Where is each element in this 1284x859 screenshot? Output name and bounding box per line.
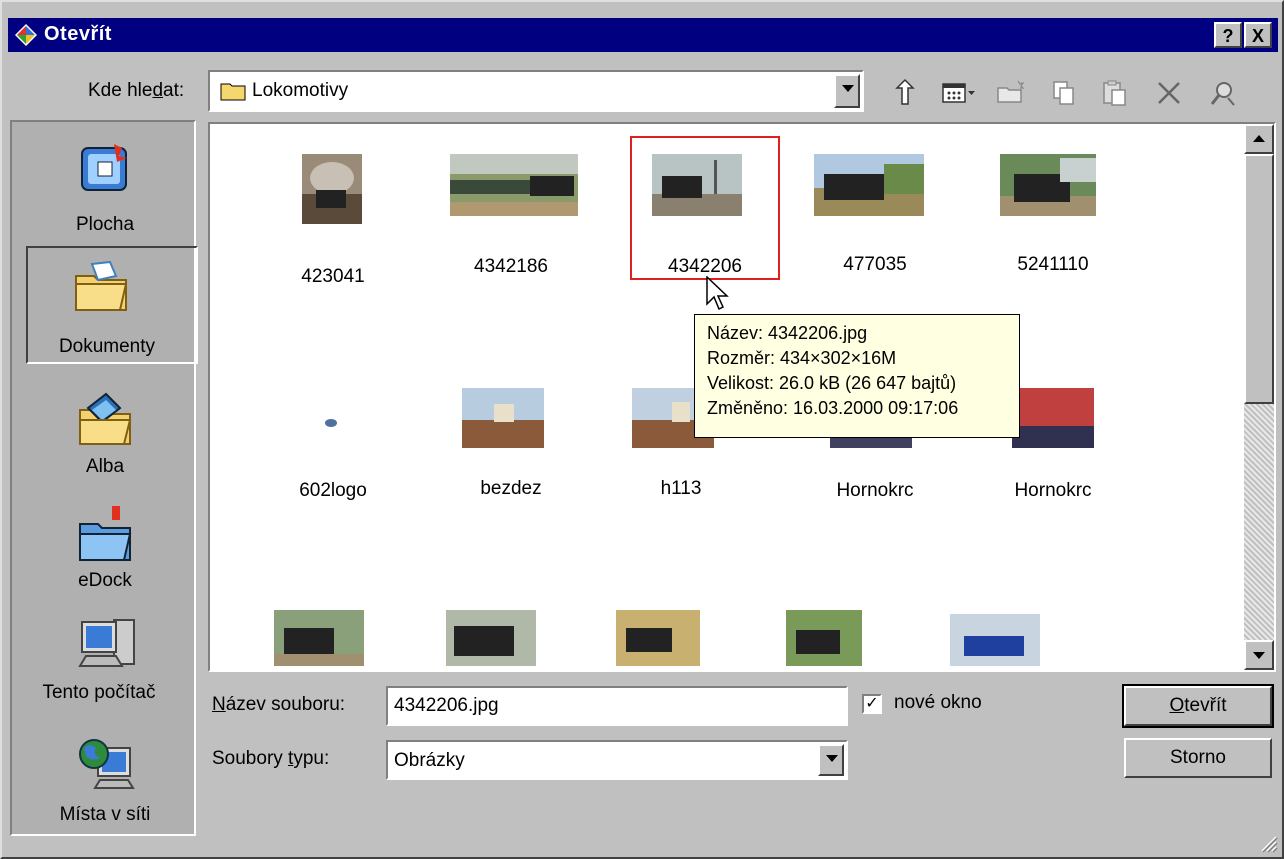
place-documents[interactable]: Dokumenty — [26, 246, 198, 364]
open-dialog: Otevřít ? X Kde hledat: Lokomotivy Ploch… — [0, 0, 1284, 859]
place-my-computer[interactable]: Tento počítač — [12, 612, 198, 716]
cancel-button[interactable]: Storno — [1124, 738, 1272, 778]
network-places-icon — [79, 739, 135, 789]
scroll-up-button[interactable] — [1244, 124, 1274, 154]
file-name: 477035 — [843, 254, 907, 275]
file-name: 4342206 — [668, 256, 742, 277]
edock-folder-icon — [79, 506, 132, 561]
place-label: Místa v síti — [59, 804, 151, 825]
place-desktop[interactable]: Plocha — [12, 122, 198, 242]
filetype-dropdown-arrow[interactable] — [818, 744, 844, 776]
file-item-selected[interactable]: 4342206 — [630, 136, 780, 280]
file-name: h113 — [660, 478, 702, 499]
place-label: Alba — [85, 456, 125, 477]
tooltip-dimensions: Rozměr: 434×302×16M — [707, 348, 897, 368]
search-web-icon[interactable] — [1206, 76, 1240, 110]
file-item[interactable]: bezdez — [436, 374, 586, 514]
thumbnail-image — [1012, 388, 1094, 448]
place-label: eDock — [78, 570, 132, 591]
title-bar[interactable]: Otevřít ? X — [8, 18, 1278, 52]
window-title: Otevřít — [44, 23, 112, 45]
arrow-down-icon — [1253, 652, 1265, 659]
filetype-value: Obrázky — [394, 750, 465, 771]
file-item[interactable]: 602logo — [258, 374, 408, 514]
albums-folder-icon — [79, 392, 132, 445]
close-button[interactable]: X — [1244, 22, 1272, 48]
my-computer-icon — [78, 619, 135, 667]
scroll-down-button[interactable] — [1244, 640, 1274, 670]
places-bar: Plocha Dokumenty Alba eDock Tento počíta… — [10, 120, 198, 836]
file-item[interactable] — [938, 610, 1088, 670]
file-item[interactable]: 4342186 — [436, 136, 586, 277]
thumbnail-image — [302, 154, 362, 224]
filetype-label: Soubory typu: — [212, 748, 330, 769]
place-albums[interactable]: Alba — [12, 384, 198, 484]
new-folder-icon[interactable] — [994, 76, 1028, 110]
arrow-up-icon — [1253, 135, 1265, 142]
filetype-combobox[interactable]: Obrázky — [386, 740, 848, 780]
open-button[interactable]: Otevřít — [1122, 684, 1274, 728]
thumbnail-image — [652, 154, 742, 216]
place-label: Tento počítač — [42, 682, 156, 703]
look-in-value: Lokomotivy — [252, 80, 349, 101]
new-window-label: nové okno — [894, 692, 982, 713]
file-item[interactable]: 5241110 — [978, 136, 1128, 276]
app-diamond-icon — [15, 24, 37, 46]
file-item[interactable] — [428, 610, 578, 670]
paste-icon[interactable] — [1098, 76, 1132, 110]
vertical-scrollbar[interactable] — [1244, 124, 1274, 670]
tooltip-modified: Změněno: 16.03.2000 09:17:06 — [707, 398, 959, 418]
place-edock[interactable]: eDock — [12, 500, 198, 600]
file-name: bezdez — [480, 478, 542, 499]
resize-grip-icon[interactable] — [1258, 833, 1278, 853]
thumbnail-image — [814, 154, 924, 216]
file-item[interactable] — [258, 610, 408, 670]
help-button[interactable]: ? — [1214, 22, 1242, 48]
thumbnail-image — [446, 610, 536, 666]
views-menu-icon[interactable] — [940, 76, 978, 110]
thumbnail-image — [325, 419, 337, 427]
thumbnail-image — [274, 610, 364, 666]
mouse-cursor-icon — [706, 276, 729, 311]
filename-label: Název souboru: — [212, 694, 346, 715]
documents-folder-icon — [75, 260, 128, 311]
thumbnail-image — [616, 610, 700, 666]
filename-value: 4342206.jpg — [394, 695, 499, 716]
thumbnail-image — [786, 610, 862, 666]
file-item[interactable] — [768, 610, 918, 670]
thumbnail-image — [450, 154, 578, 216]
file-item[interactable]: 477035 — [800, 136, 950, 276]
file-name: 5241110 — [1017, 254, 1089, 275]
file-name: 4342186 — [474, 256, 548, 277]
place-network[interactable]: Místa v síti — [12, 728, 198, 834]
look-in-label: Kde hledat: — [88, 80, 185, 101]
delete-icon[interactable] — [1152, 76, 1186, 110]
thumbnail-image — [1000, 154, 1096, 216]
desktop-icon — [81, 144, 127, 191]
filename-input[interactable]: 4342206.jpg — [386, 686, 848, 726]
thumbnail-image — [950, 614, 1040, 666]
scroll-thumb[interactable] — [1244, 154, 1274, 404]
look-in-dropdown-arrow[interactable] — [834, 74, 860, 108]
folder-icon — [220, 83, 246, 101]
file-name: 602logo — [299, 480, 367, 501]
tooltip-size: Velikost: 26.0 kB (26 647 bajtů) — [707, 373, 957, 393]
file-name: Hornokrc — [1014, 480, 1092, 501]
thumbnail-image — [462, 388, 544, 448]
look-in-combobox[interactable]: Lokomotivy — [208, 70, 864, 112]
file-info-tooltip: Název: 4342206.jpg Rozměr: 434×302×16M V… — [694, 314, 1020, 438]
copy-icon[interactable] — [1046, 76, 1080, 110]
up-folder-icon[interactable] — [888, 76, 922, 110]
file-name: 423041 — [301, 266, 365, 287]
place-label: Plocha — [75, 214, 135, 235]
file-item[interactable] — [598, 610, 748, 670]
tooltip-name: Název: 4342206.jpg — [707, 323, 868, 343]
new-window-checkbox[interactable]: ✓ — [862, 694, 882, 714]
file-name: Hornokrc — [836, 480, 914, 501]
place-label: Dokumenty — [58, 336, 156, 357]
file-item[interactable]: 423041 — [258, 136, 408, 287]
